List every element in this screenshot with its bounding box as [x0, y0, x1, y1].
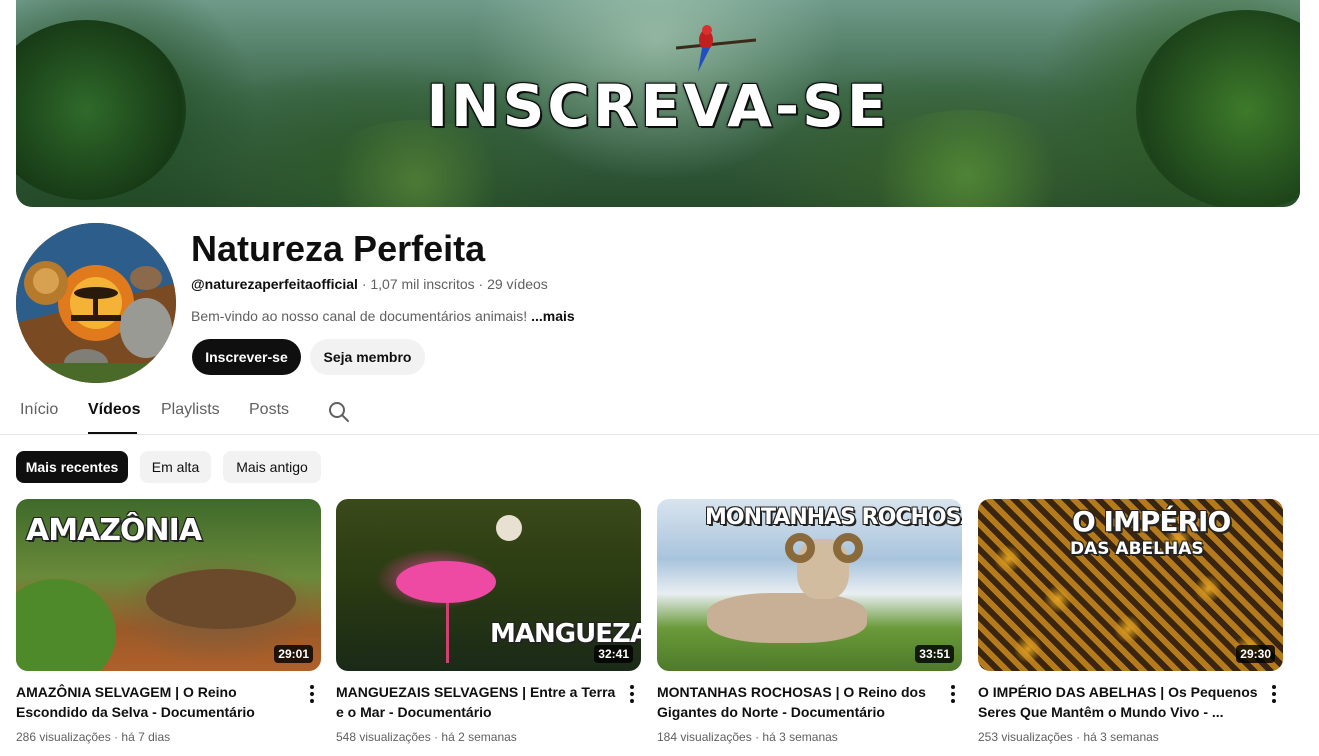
video-title[interactable]: MONTANHAS ROCHOSAS | O Reino dos Gigante…	[657, 682, 937, 722]
ram-horn	[833, 533, 863, 563]
more-vert-icon[interactable]	[947, 685, 959, 705]
video-thumbnail[interactable]: AMAZÔNIA 29:01	[16, 499, 321, 671]
spoonbill-body	[396, 561, 496, 603]
tab-playlists[interactable]: Playlists	[161, 401, 220, 419]
video-card[interactable]: MANGUEZAIS 32:41 MANGUEZAIS SELVAGENS | …	[336, 499, 641, 744]
thumbnail-title: O IMPÉRIO	[1072, 505, 1231, 538]
parrot-icon	[676, 25, 756, 72]
tab-videos[interactable]: Vídeos	[88, 401, 140, 419]
video-thumbnail[interactable]: MANGUEZAIS 32:41	[336, 499, 641, 671]
stats-separator: ·	[114, 730, 119, 744]
channel-handle[interactable]: @naturezaperfeitaofficial	[191, 276, 358, 292]
more-link[interactable]: ...mais	[531, 308, 575, 324]
chip-oldest[interactable]: Mais antigo	[223, 451, 321, 483]
active-tab-indicator	[88, 432, 137, 434]
chip-trending[interactable]: Em alta	[140, 451, 211, 483]
view-count: 184 visualizações	[657, 730, 752, 744]
upload-age: há 7 dias	[121, 730, 171, 744]
spoonbill-leg	[446, 603, 449, 663]
thumbnail-title: MONTANHAS ROCHOSAS	[705, 505, 962, 530]
subscribe-button[interactable]: Inscrever-se	[192, 339, 301, 375]
video-count: 29 vídeos	[487, 276, 548, 292]
ram-body	[707, 593, 867, 643]
video-stats: 253 visualizações · há 3 semanas	[978, 730, 1159, 744]
upload-age: há 3 semanas	[762, 730, 838, 744]
stats-separator: ·	[434, 730, 439, 744]
search-icon[interactable]	[327, 400, 351, 424]
view-count: 548 visualizações	[336, 730, 431, 744]
video-duration: 29:30	[1236, 645, 1275, 663]
meta-separator: ·	[361, 276, 367, 292]
more-vert-icon[interactable]	[626, 685, 638, 705]
upload-age: há 2 semanas	[441, 730, 517, 744]
video-title[interactable]: AMAZÔNIA SELVAGEM | O Reino Escondido da…	[16, 682, 296, 722]
video-card[interactable]: O IMPÉRIO DAS ABELHAS 29:30 O IMPÉRIO DA…	[978, 499, 1283, 744]
view-count: 286 visualizações	[16, 730, 111, 744]
view-count: 253 visualizações	[978, 730, 1073, 744]
channel-avatar[interactable]	[16, 223, 176, 383]
subscriber-count: 1,07 mil inscritos	[370, 276, 475, 292]
thumbnail-title: AMAZÔNIA	[26, 513, 202, 548]
video-title[interactable]: O IMPÉRIO DAS ABELHAS | Os Pequenos Sere…	[978, 682, 1258, 722]
stats-separator: ·	[755, 730, 760, 744]
tab-inicio[interactable]: Início	[20, 401, 58, 419]
channel-meta: @naturezaperfeitaofficial · 1,07 mil ins…	[191, 276, 548, 292]
join-membership-button[interactable]: Seja membro	[310, 339, 425, 375]
avatar-artwork	[16, 223, 176, 383]
banner-title: INSCREVA-SE	[426, 72, 890, 140]
leaf-decoration	[16, 579, 116, 671]
more-vert-icon[interactable]	[306, 685, 318, 705]
meta-separator: ·	[478, 276, 484, 292]
channel-banner: INSCREVA-SE	[16, 0, 1300, 207]
video-duration: 29:01	[274, 645, 313, 663]
tab-posts[interactable]: Posts	[249, 401, 289, 419]
video-duration: 32:41	[594, 645, 633, 663]
anteater-body	[146, 569, 296, 629]
thumbnail-subtitle: DAS ABELHAS	[1070, 539, 1204, 559]
video-thumbnail[interactable]: MONTANHAS ROCHOSAS 33:51	[657, 499, 962, 671]
channel-description: Bem-vindo ao nosso canal de documentário…	[191, 308, 575, 324]
video-duration: 33:51	[915, 645, 954, 663]
ram-horn	[785, 533, 815, 563]
video-card[interactable]: AMAZÔNIA 29:01 AMAZÔNIA SELVAGEM | O Rei…	[16, 499, 321, 744]
upload-age: há 3 semanas	[1083, 730, 1159, 744]
video-stats: 548 visualizações · há 2 semanas	[336, 730, 517, 744]
chip-most-recent[interactable]: Mais recentes	[16, 451, 128, 483]
channel-name: Natureza Perfeita	[191, 228, 486, 269]
stats-separator: ·	[1076, 730, 1081, 744]
channel-tabs: Início Vídeos Playlists Posts	[0, 388, 1319, 435]
more-vert-icon[interactable]	[1268, 685, 1280, 705]
video-stats: 184 visualizações · há 3 semanas	[657, 730, 838, 744]
description-text: Bem-vindo ao nosso canal de documentário…	[191, 308, 528, 324]
spoonbill-head	[496, 515, 522, 541]
video-stats: 286 visualizações · há 7 dias	[16, 730, 170, 744]
video-card[interactable]: MONTANHAS ROCHOSAS 33:51 MONTANHAS ROCHO…	[657, 499, 962, 744]
video-title[interactable]: MANGUEZAIS SELVAGENS | Entre a Terra e o…	[336, 682, 616, 722]
video-thumbnail[interactable]: O IMPÉRIO DAS ABELHAS 29:30	[978, 499, 1283, 671]
